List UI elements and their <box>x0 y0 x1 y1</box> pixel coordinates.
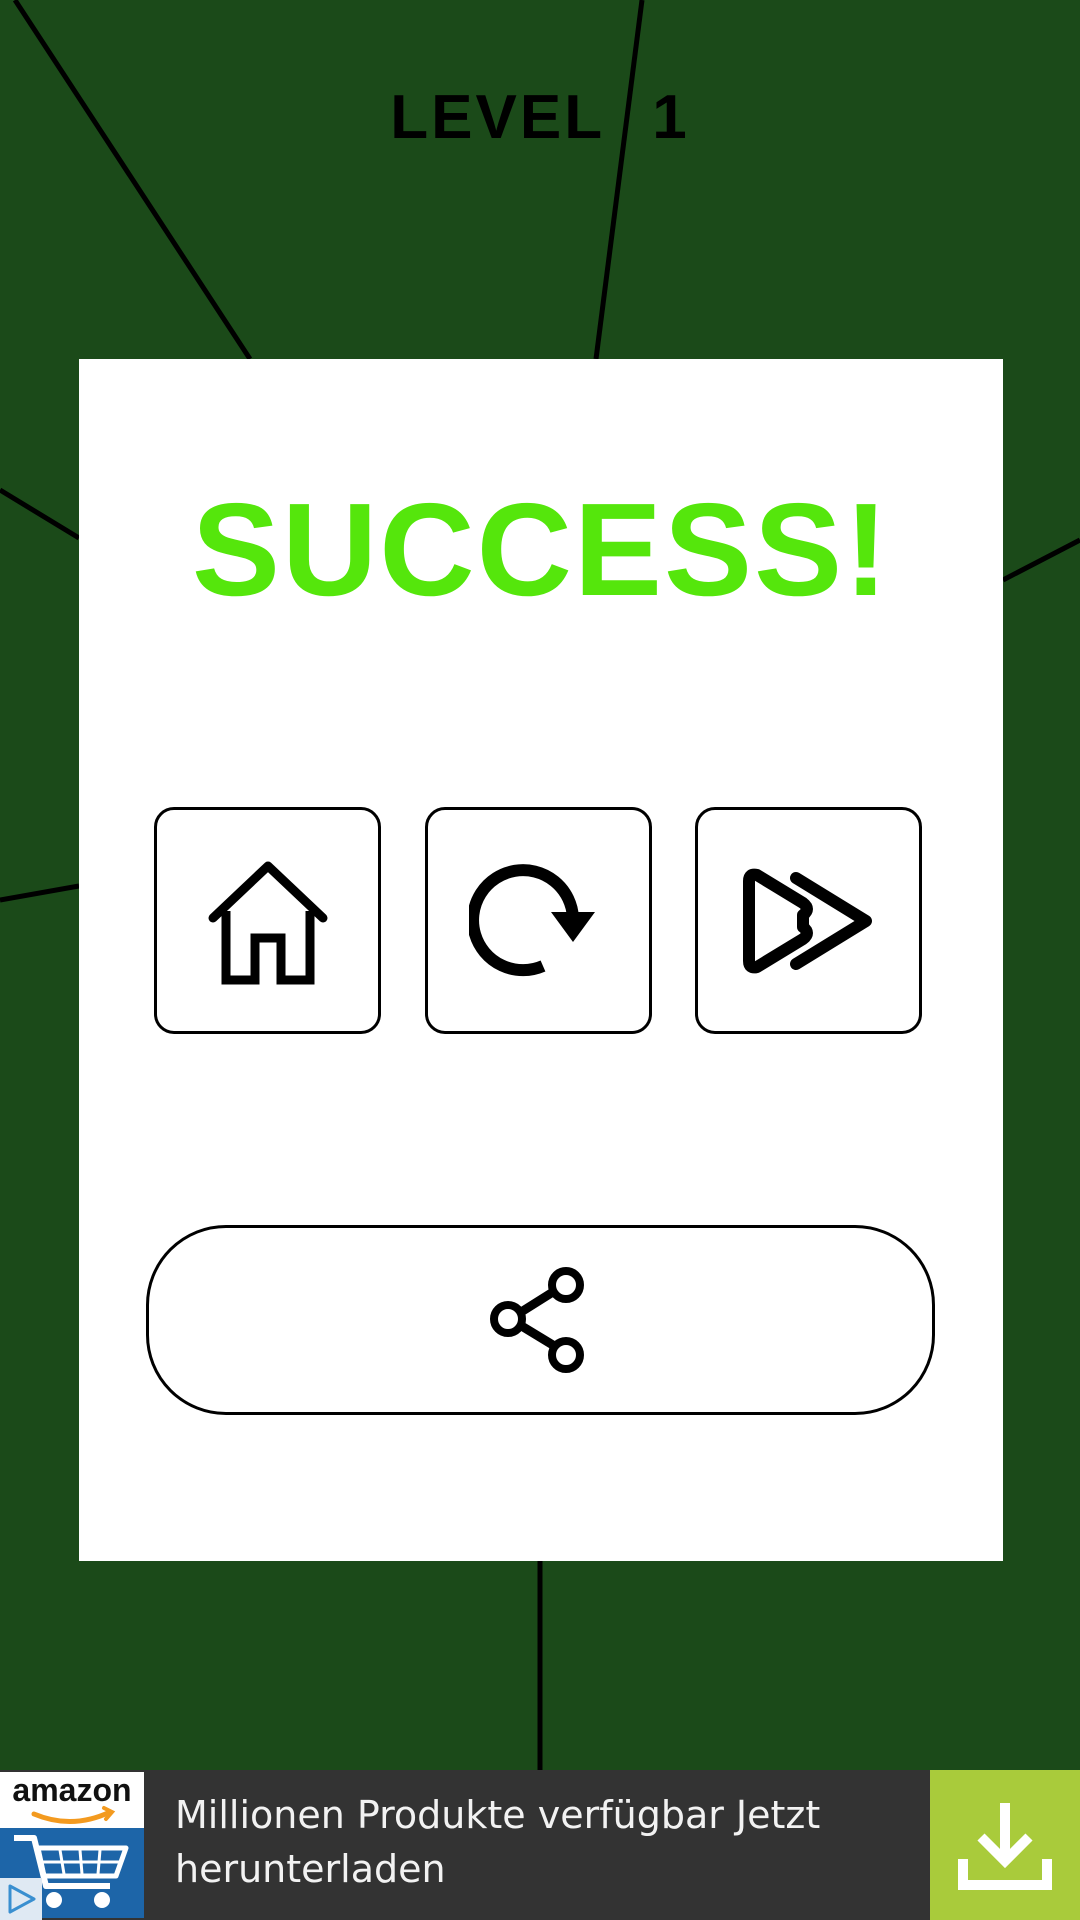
level-number: 1 <box>652 83 690 152</box>
success-title: SUCCESS! <box>191 476 891 623</box>
share-button[interactable] <box>146 1225 935 1415</box>
replay-button[interactable] <box>425 807 652 1034</box>
ad-banner[interactable]: amazon Millionen Produkte verfügbar Jetz… <box>0 1770 1080 1920</box>
home-button[interactable] <box>154 807 381 1034</box>
play-triangle-icon <box>8 1884 36 1914</box>
level-indicator: LEVEL 1 <box>0 82 1080 153</box>
home-icon <box>208 861 327 984</box>
ad-download-button[interactable] <box>930 1770 1080 1920</box>
next-level-button[interactable] <box>695 807 922 1034</box>
ad-text[interactable]: Millionen Produkte verfügbar Jetzt herun… <box>175 1788 915 1896</box>
download-icon <box>958 1803 1052 1890</box>
replay-icon <box>468 863 595 976</box>
success-dialog: SUCCESS! <box>79 359 1003 1561</box>
level-label: LEVEL <box>390 83 604 152</box>
ad-choices-icon[interactable] <box>0 1878 42 1920</box>
fast-forward-icon <box>743 868 872 973</box>
share-icon <box>489 1267 584 1373</box>
